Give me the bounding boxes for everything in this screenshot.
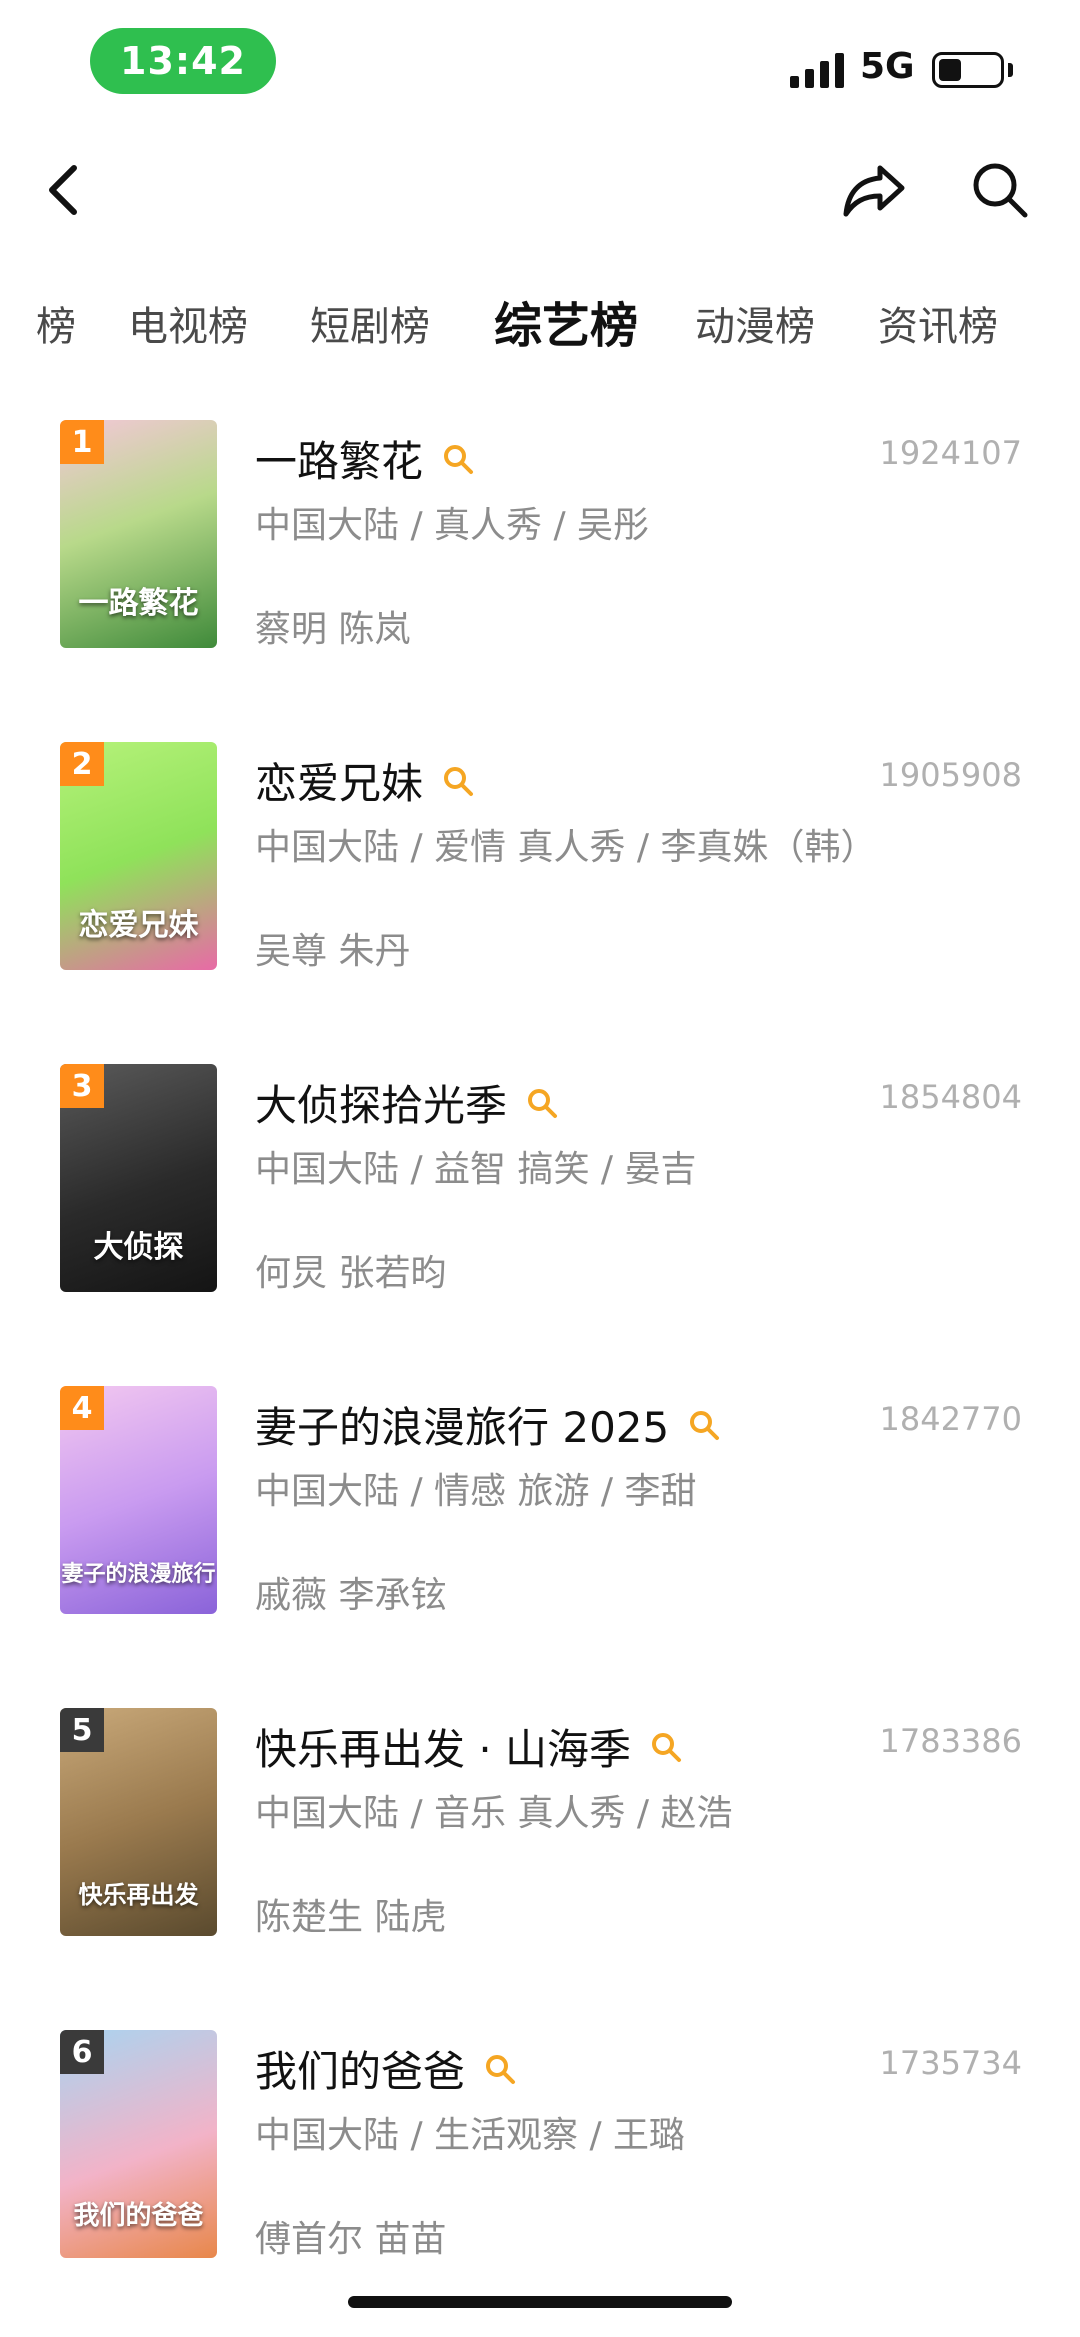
rank-badge: 2 bbox=[60, 742, 104, 786]
list-item[interactable]: 5 快乐再出发 快乐再出发 · 山海季 1783386 中国大陆 / 音乐 真人… bbox=[0, 1708, 1080, 2030]
poster-image[interactable]: 2 恋爱兄妹 bbox=[60, 742, 217, 970]
battery-icon bbox=[932, 52, 1004, 88]
heat-score: 1905908 bbox=[879, 756, 1022, 794]
item-title[interactable]: 一路繁花 bbox=[255, 428, 423, 489]
item-meta: 中国大陆 / 益智 搞笑 / 晏吉 bbox=[255, 1149, 697, 1190]
tab-news[interactable]: 资讯榜 bbox=[878, 294, 998, 352]
poster-image[interactable]: 6 我们的爸爸 bbox=[60, 2030, 217, 2258]
list-item[interactable]: 2 恋爱兄妹 恋爱兄妹 1905908 中国大陆 / 爱情 真人秀 / 李真姝（… bbox=[0, 742, 1080, 1064]
status-bar: 13:42 5G bbox=[0, 0, 1080, 130]
poster-title: 一路繁花 bbox=[78, 586, 199, 621]
search-icon[interactable] bbox=[649, 1730, 683, 1764]
heat-score: 1842770 bbox=[879, 1400, 1022, 1438]
share-icon bbox=[843, 165, 905, 217]
poster-image[interactable]: 5 快乐再出发 bbox=[60, 1708, 217, 1936]
search-icon[interactable] bbox=[687, 1408, 721, 1442]
poster-image[interactable]: 4 妻子的浪漫旅行 bbox=[60, 1386, 217, 1614]
search-button[interactable] bbox=[960, 150, 1040, 230]
item-cast: 陈楚生 陆虎 bbox=[255, 1897, 447, 1938]
tab-anime[interactable]: 动漫榜 bbox=[695, 294, 815, 352]
tab-tv[interactable]: 电视榜 bbox=[128, 294, 248, 352]
heat-score: 1854804 bbox=[879, 1078, 1022, 1116]
rank-badge: 6 bbox=[60, 2030, 104, 2074]
search-icon[interactable] bbox=[483, 2052, 517, 2086]
heat-score: 1924107 bbox=[879, 434, 1022, 472]
home-indicator[interactable] bbox=[348, 2296, 732, 2308]
poster-title: 恋爱兄妹 bbox=[78, 908, 199, 943]
tab-variety[interactable]: 综艺榜 bbox=[494, 286, 638, 356]
item-cast: 傅首尔 苗苗 bbox=[255, 2219, 447, 2260]
list-item[interactable]: 1 一路繁花 一路繁花 1924107 中国大陆 / 真人秀 / 吴彤 蔡明 陈… bbox=[0, 420, 1080, 742]
nav-bar bbox=[0, 130, 1080, 240]
rank-badge: 3 bbox=[60, 1064, 104, 1108]
search-icon[interactable] bbox=[441, 764, 475, 798]
item-cast: 吴尊 朱丹 bbox=[255, 931, 411, 972]
item-cast: 何炅 张若昀 bbox=[255, 1253, 447, 1294]
rank-badge: 4 bbox=[60, 1386, 104, 1430]
item-meta: 中国大陆 / 情感 旅游 / 李甜 bbox=[255, 1471, 697, 1512]
list-item[interactable]: 3 大侦探 大侦探拾光季 1854804 中国大陆 / 益智 搞笑 / 晏吉 何… bbox=[0, 1064, 1080, 1386]
item-title[interactable]: 大侦探拾光季 bbox=[255, 1072, 507, 1133]
poster-title: 我们的爸爸 bbox=[73, 2201, 204, 2231]
tab-short-drama[interactable]: 短剧榜 bbox=[310, 294, 430, 352]
search-icon[interactable] bbox=[441, 442, 475, 476]
poster-title: 妻子的浪漫旅行 bbox=[61, 1562, 216, 1587]
signal-icon bbox=[790, 52, 844, 88]
rank-badge: 5 bbox=[60, 1708, 104, 1752]
tab-partial[interactable]: 榜 bbox=[36, 294, 76, 352]
item-title[interactable]: 妻子的浪漫旅行 2025 bbox=[255, 1394, 669, 1455]
rank-badge: 1 bbox=[60, 420, 104, 464]
network-type: 5G bbox=[860, 46, 915, 87]
item-meta: 中国大陆 / 真人秀 / 吴彤 bbox=[255, 505, 650, 546]
back-button[interactable] bbox=[24, 150, 104, 230]
poster-image[interactable]: 3 大侦探 bbox=[60, 1064, 217, 1292]
battery-cap bbox=[1008, 63, 1013, 77]
chevron-left-icon bbox=[49, 165, 77, 215]
item-meta: 中国大陆 / 音乐 真人秀 / 赵浩 bbox=[255, 1793, 733, 1834]
poster-title: 大侦探 bbox=[93, 1230, 184, 1265]
list-item[interactable]: 4 妻子的浪漫旅行 妻子的浪漫旅行 2025 1842770 中国大陆 / 情感… bbox=[0, 1386, 1080, 1708]
item-meta: 中国大陆 / 爱情 真人秀 / 李真姝（韩） bbox=[255, 827, 877, 868]
item-meta: 中国大陆 / 生活观察 / 王璐 bbox=[255, 2115, 686, 2156]
search-icon bbox=[973, 163, 1028, 218]
item-cast: 戚薇 李承铉 bbox=[255, 1575, 447, 1616]
ranking-tabs: 榜 电视榜 短剧榜 综艺榜 动漫榜 资讯榜 bbox=[0, 280, 1080, 370]
heat-score: 1735734 bbox=[879, 2044, 1022, 2082]
status-time: 13:42 bbox=[90, 28, 276, 94]
poster-image[interactable]: 1 一路繁花 bbox=[60, 420, 217, 648]
item-cast: 蔡明 陈岚 bbox=[255, 609, 411, 650]
list-item[interactable]: 6 我们的爸爸 我们的爸爸 1735734 中国大陆 / 生活观察 / 王璐 傅… bbox=[0, 2030, 1080, 2337]
item-title[interactable]: 恋爱兄妹 bbox=[255, 750, 423, 811]
share-button[interactable] bbox=[834, 150, 914, 230]
poster-title: 快乐再出发 bbox=[78, 1881, 199, 1909]
heat-score: 1783386 bbox=[879, 1722, 1022, 1760]
item-title[interactable]: 我们的爸爸 bbox=[255, 2038, 465, 2099]
item-title[interactable]: 快乐再出发 · 山海季 bbox=[255, 1716, 631, 1777]
search-icon[interactable] bbox=[525, 1086, 559, 1120]
